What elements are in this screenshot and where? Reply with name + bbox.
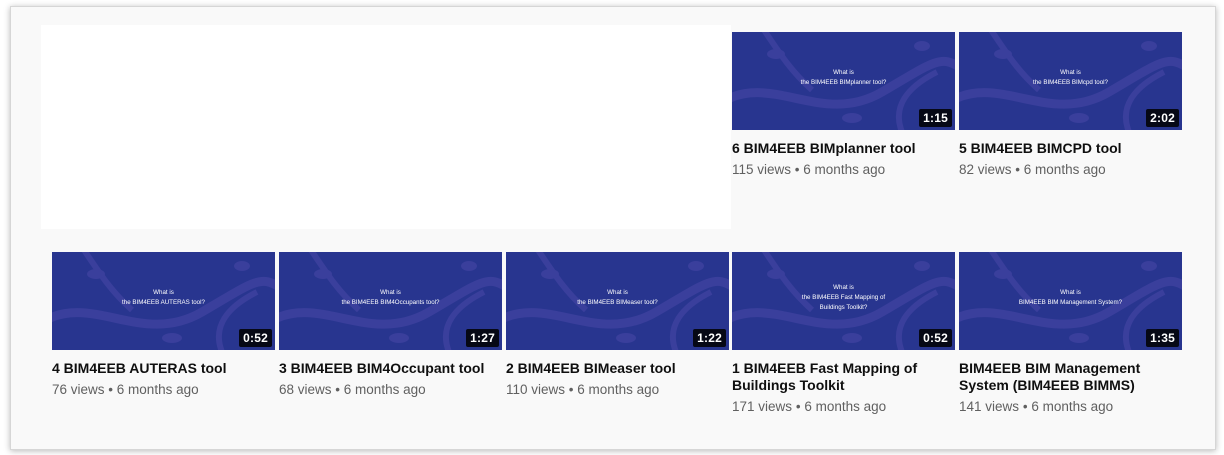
video-thumbnail[interactable]: What is BIM4EEB BIM Management System? 1… (959, 252, 1182, 350)
video-title[interactable]: 6 BIM4EEB BIMplanner tool (732, 140, 955, 157)
upload-age: 6 months ago (1031, 399, 1114, 414)
video-grid: What is the BIM4EEB BIMplanner tool? 1:1… (10, 6, 1216, 450)
video-card[interactable]: What is the BIM4EEB BIM4Occupants tool? … (279, 252, 502, 399)
video-meta: 115 views • 6 months ago (732, 161, 955, 179)
view-count: 171 views (732, 399, 793, 414)
video-thumbnail[interactable]: What is the BIM4EEB BIMplanner tool? 1:1… (732, 32, 955, 130)
video-card[interactable]: What is the BIM4EEB BIMplanner tool? 1:1… (732, 32, 955, 179)
video-thumbnail[interactable]: What is the BIM4EEB BIMcpd tool? 2:02 (959, 32, 1182, 130)
meta-separator: • (335, 382, 341, 397)
thumbnail-text: What is BIM4EEB BIM Management System? (1018, 289, 1123, 306)
video-thumbnail[interactable]: What is the BIM4EEB AUTERAS tool? 0:52 (52, 252, 275, 350)
meta-separator: • (794, 162, 800, 177)
video-title[interactable]: BIM4EEB BIM Management System (BIM4EEB B… (959, 360, 1182, 394)
video-meta: 76 views • 6 months ago (52, 381, 275, 399)
meta-separator: • (108, 382, 114, 397)
upload-age: 6 months ago (116, 382, 199, 397)
upload-age: 6 months ago (803, 162, 886, 177)
video-card[interactable]: What is the BIM4EEB BIMeaser tool? 1:22 … (506, 252, 729, 399)
video-card[interactable]: What is BIM4EEB BIM Management System? 1… (959, 252, 1182, 416)
video-meta: 82 views • 6 months ago (959, 161, 1182, 179)
duration-badge: 2:02 (1146, 109, 1179, 127)
video-title[interactable]: 3 BIM4EEB BIM4Occupant tool (279, 360, 502, 377)
duration-badge: 1:22 (693, 329, 726, 347)
video-meta: 171 views • 6 months ago (732, 398, 955, 416)
duration-badge: 0:52 (239, 329, 272, 347)
upload-age: 6 months ago (343, 382, 426, 397)
thumbnail-text: What is the BIM4EEB AUTERAS tool? (122, 289, 205, 306)
view-count: 141 views (959, 399, 1020, 414)
duration-badge: 1:27 (466, 329, 499, 347)
view-count: 68 views (279, 382, 332, 397)
thumbnail-text: What is the BIM4EEB BIM4Occupants tool? (341, 289, 440, 306)
duration-badge: 1:15 (919, 109, 952, 127)
video-meta: 110 views • 6 months ago (506, 381, 729, 399)
view-count: 110 views (506, 382, 566, 397)
video-title[interactable]: 1 BIM4EEB Fast Mapping of Buildings Tool… (732, 360, 955, 394)
video-card[interactable]: What is the BIM4EEB BIMcpd tool? 2:02 5 … (959, 32, 1182, 179)
view-count: 76 views (52, 382, 105, 397)
duration-badge: 1:35 (1146, 329, 1179, 347)
video-meta: 141 views • 6 months ago (959, 398, 1182, 416)
meta-separator: • (1022, 399, 1028, 414)
meta-separator: • (568, 382, 574, 397)
meta-separator: • (795, 399, 801, 414)
video-title[interactable]: 2 BIM4EEB BIMeaser tool (506, 360, 729, 377)
meta-separator: • (1015, 162, 1021, 177)
thumbnail-text: What is the BIM4EEB BIMcpd tool? (1033, 69, 1108, 86)
video-meta: 68 views • 6 months ago (279, 381, 502, 399)
thumbnail-text: What is the BIM4EEB BIMeaser tool? (577, 289, 658, 306)
upload-age: 6 months ago (804, 399, 887, 414)
view-count: 82 views (959, 162, 1012, 177)
video-card[interactable]: What is the BIM4EEB Fast Mapping of Buil… (732, 252, 955, 416)
thumbnail-text: What is the BIM4EEB BIMplanner tool? (800, 69, 887, 86)
video-thumbnail[interactable]: What is the BIM4EEB BIMeaser tool? 1:22 (506, 252, 729, 350)
upload-age: 6 months ago (577, 382, 660, 397)
empty-panel (41, 25, 731, 229)
thumbnail-text: What is the BIM4EEB Fast Mapping of Buil… (801, 284, 886, 311)
video-card[interactable]: What is the BIM4EEB AUTERAS tool? 0:52 4… (52, 252, 275, 399)
video-title[interactable]: 4 BIM4EEB AUTERAS tool (52, 360, 275, 377)
upload-age: 6 months ago (1023, 162, 1106, 177)
video-thumbnail[interactable]: What is the BIM4EEB BIM4Occupants tool? … (279, 252, 502, 350)
video-title[interactable]: 5 BIM4EEB BIMCPD tool (959, 140, 1182, 157)
video-thumbnail[interactable]: What is the BIM4EEB Fast Mapping of Buil… (732, 252, 955, 350)
duration-badge: 0:52 (919, 329, 952, 347)
view-count: 115 views (732, 162, 792, 177)
